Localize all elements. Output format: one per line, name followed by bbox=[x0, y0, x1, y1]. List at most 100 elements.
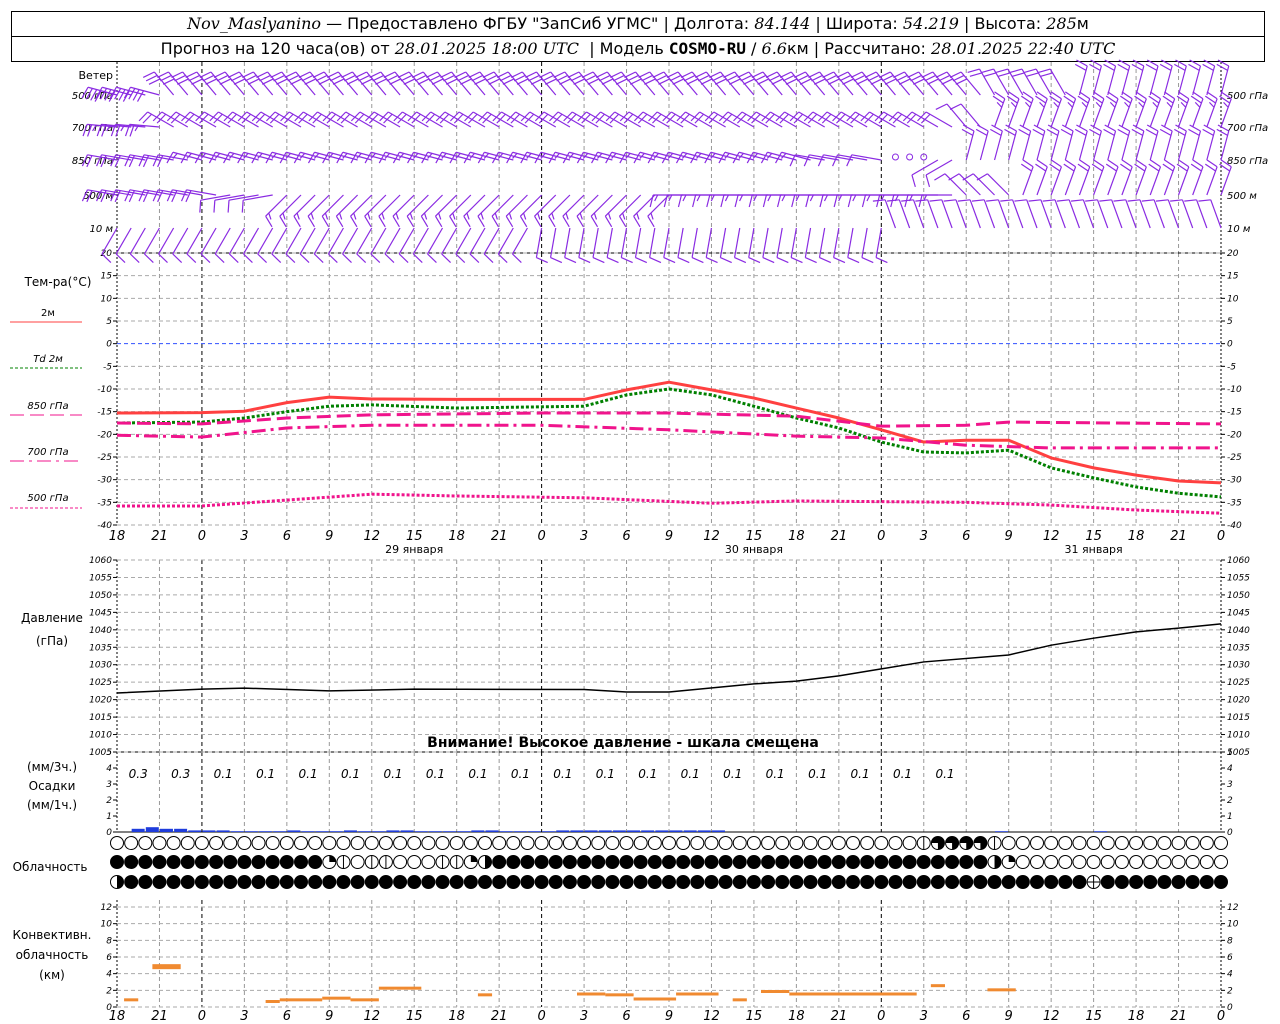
cloud-cover-icon bbox=[1100, 855, 1115, 869]
convective-cloud-bar bbox=[987, 988, 1016, 992]
wind-barb bbox=[1204, 91, 1218, 128]
temp-tick-label-right: 15 bbox=[1227, 272, 1239, 282]
wind-barb bbox=[1117, 59, 1131, 96]
cloud-cover-icon bbox=[1129, 855, 1144, 869]
wind-barb bbox=[948, 173, 981, 196]
cloud-cover-icon bbox=[407, 836, 422, 850]
temp-legend-label: Td 2м bbox=[33, 354, 63, 365]
wind-barb bbox=[271, 227, 288, 264]
precip-3h-total: 0.3 bbox=[129, 767, 148, 781]
wind-barb bbox=[510, 71, 543, 96]
wind-barb bbox=[298, 71, 330, 96]
precip-3h-total: 0.1 bbox=[341, 767, 360, 781]
wind-barb bbox=[680, 71, 712, 96]
wind-barb bbox=[822, 71, 854, 96]
temp-series-4 bbox=[117, 492, 1222, 515]
time-label: 9 bbox=[665, 529, 673, 544]
wind-barb bbox=[1216, 124, 1230, 161]
wind-barb bbox=[228, 227, 245, 264]
wind-barb bbox=[355, 71, 387, 96]
wind-barb bbox=[411, 71, 443, 96]
conv-tick-label-left: 2 bbox=[106, 986, 112, 996]
time-label-bottom: 0 bbox=[198, 1009, 206, 1024]
time-label: 3 bbox=[920, 529, 928, 544]
cloud-cover-icon bbox=[619, 855, 634, 869]
precip-bar bbox=[188, 830, 202, 832]
convective-cloud-bar bbox=[732, 998, 747, 1002]
cloud-cover-icon bbox=[1171, 875, 1186, 889]
wind-barb bbox=[1162, 91, 1176, 128]
time-label: 9 bbox=[325, 529, 333, 544]
wind-barb bbox=[185, 71, 217, 96]
cloud-cover-icon bbox=[1030, 855, 1044, 869]
wind-barb bbox=[397, 71, 429, 96]
pressure-tick-label-left: 1030 bbox=[89, 661, 112, 671]
wind-barb bbox=[606, 227, 619, 264]
wind-barb bbox=[1145, 124, 1159, 161]
pressure-tick-label-right: 1045 bbox=[1227, 608, 1250, 618]
cloud-cover-icon bbox=[718, 836, 733, 850]
cloud-cover-icon bbox=[1214, 836, 1228, 850]
cloud-cover-icon bbox=[888, 875, 903, 889]
pressure-title: Давление bbox=[21, 611, 83, 625]
wind-barb bbox=[1077, 159, 1091, 196]
temp-legend-label: 850 гПа bbox=[27, 401, 68, 412]
cloud-cover-icon bbox=[308, 855, 323, 869]
cloud-cover-icon bbox=[237, 875, 252, 889]
wind-barb bbox=[129, 227, 146, 264]
precip-tick-label-left: 3 bbox=[106, 780, 112, 790]
wind-barb bbox=[1188, 124, 1202, 161]
pressure-tick-label-right: 1055 bbox=[1227, 573, 1250, 583]
wind-barb bbox=[723, 71, 755, 96]
cloud-cover-icon bbox=[251, 875, 266, 889]
cloud-cover-icon bbox=[166, 855, 181, 869]
wind-title: Ветер bbox=[79, 69, 113, 82]
cloud-cover-icon bbox=[1030, 875, 1044, 889]
cloud-cover-icon bbox=[704, 855, 719, 869]
cloud-cover-icon bbox=[548, 855, 563, 869]
cloud-cover-icon bbox=[1072, 855, 1087, 869]
wind-barb bbox=[299, 227, 316, 264]
cloud-cover-icon bbox=[1199, 836, 1214, 850]
cloud-cover-icon bbox=[973, 855, 988, 869]
cloud-cover-icon bbox=[322, 875, 337, 889]
wind-barb bbox=[1219, 159, 1232, 196]
temp-tick-label-right: -15 bbox=[1227, 408, 1242, 418]
time-label: 18 bbox=[448, 529, 465, 544]
cloud-cover-icon bbox=[1001, 875, 1016, 889]
wind-barb bbox=[1103, 59, 1117, 96]
pressure-tick-label-right: 1020 bbox=[1227, 696, 1250, 706]
marks: 20 2015 1510 105 50 0-5 -5-10 -10-15 -15-20 -20-2… bbox=[10, 59, 1268, 1024]
cloud-cover-icon bbox=[718, 855, 733, 869]
conv-tick-label-right: 12 bbox=[1227, 903, 1239, 913]
pressure-tick-label-left: 1060 bbox=[89, 556, 112, 566]
precip-tick-label-right: 4 bbox=[1227, 764, 1233, 774]
time-label: 6 bbox=[283, 529, 291, 544]
cloud-cover-icon bbox=[421, 875, 436, 889]
wind-barb bbox=[214, 227, 231, 264]
precip-bar bbox=[358, 831, 372, 832]
cloud-cover-icon bbox=[350, 855, 365, 869]
cloud-cover-icon bbox=[732, 875, 747, 889]
cloud-cover-icon bbox=[1214, 855, 1228, 869]
cloud-cover-icon bbox=[902, 836, 917, 850]
wind-barb bbox=[1063, 91, 1077, 128]
wind-barb bbox=[1024, 68, 1052, 96]
cloud-cover-icon bbox=[1100, 836, 1115, 850]
wind-barb bbox=[1202, 59, 1216, 96]
high-pressure-warning: Внимание! Высокое давление - шкала смеще… bbox=[427, 735, 819, 751]
cloud-cover-icon bbox=[633, 836, 648, 850]
cloud-cover-icon bbox=[1072, 836, 1087, 850]
cloud-cover-icon bbox=[336, 855, 351, 869]
cloud-cover-icon bbox=[591, 875, 606, 889]
cloud-cover-icon bbox=[605, 836, 620, 850]
cloud-cover-icon bbox=[1214, 875, 1228, 889]
precip-tick-label-right: 1 bbox=[1227, 812, 1233, 822]
pressure-tick-label-left: 1035 bbox=[89, 643, 112, 653]
cloud-cover-icon bbox=[1171, 836, 1186, 850]
precip-1h-unit: (мм/1ч.) bbox=[27, 798, 77, 812]
cloud-cover-icon bbox=[1015, 855, 1030, 869]
wind-barb bbox=[1035, 91, 1048, 128]
cloud-cover-icon bbox=[959, 836, 974, 850]
cloud-cover-icon bbox=[732, 855, 747, 869]
